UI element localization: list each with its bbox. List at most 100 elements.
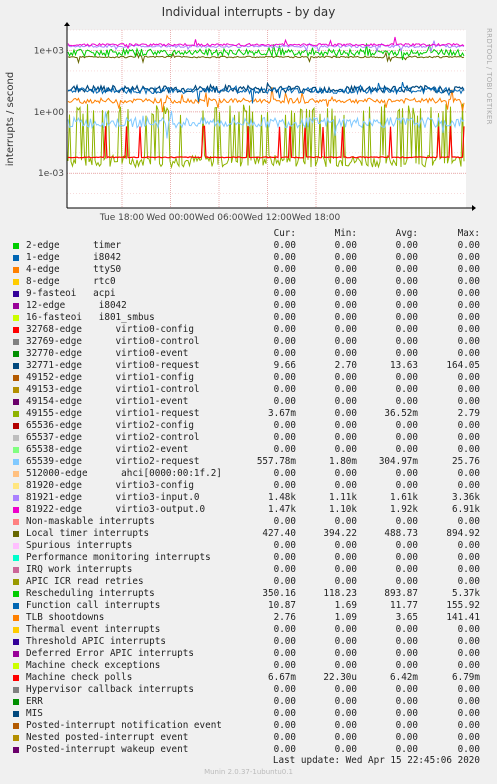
legend-max: 0.00: [457, 372, 480, 383]
legend-avg: 488.73: [384, 528, 418, 539]
legend-min: 0.00: [334, 444, 357, 455]
legend-min: 0.00: [334, 252, 357, 263]
legend-label: 65538-edge virtio2-event: [26, 444, 189, 455]
legend-swatch: [13, 567, 19, 573]
legend-max: 2.79: [457, 408, 480, 419]
chart-canvas: 1e+03 1e+00 1e-03 Tue 18:00 Wed 00:00 Wed 06:…: [5, 22, 476, 223]
legend-swatch: [13, 327, 19, 333]
y-tick-label: 1e+00: [34, 108, 65, 118]
legend-avg: 3.65: [395, 612, 418, 623]
legend-avg: 0.00: [395, 576, 418, 587]
legend-max: 0.00: [457, 684, 480, 695]
legend-min: 0.00: [334, 276, 357, 287]
legend-min: 0.00: [334, 552, 357, 563]
legend-cur: 0.00: [273, 288, 296, 299]
legend-min: 394.22: [323, 528, 357, 539]
legend-cur: 0.00: [273, 732, 296, 743]
legend-row: 81920-edge virtio3-config 0.00 0.00 0.00 0.0…: [0, 480, 497, 492]
legend-swatch: [13, 387, 19, 393]
legend-swatch: [13, 711, 19, 717]
legend-avg: 11.77: [390, 600, 418, 611]
legend-label: ERR: [26, 696, 43, 707]
legend-cur: 1.47k: [268, 504, 296, 515]
legend-max: 0.00: [457, 348, 480, 359]
x-tick-label: Wed 00:00: [146, 213, 195, 223]
legend-max: 894.92: [446, 528, 480, 539]
legend-swatch: [13, 663, 19, 669]
legend-label: MIS: [26, 708, 43, 719]
legend-label: Thermal event interrupts: [26, 624, 161, 635]
legend-label: Performance monitoring interrupts: [26, 552, 211, 563]
legend-min: 0.00: [334, 720, 357, 731]
legend-swatch: [13, 483, 19, 489]
legend-min: 1.10k: [329, 504, 357, 515]
legend-cur: 10.87: [268, 600, 296, 611]
legend-cur: 0.00: [273, 240, 296, 251]
legend-label: Threshold APIC interrupts: [26, 636, 166, 647]
legend-label: 81921-edge virtio3-input.0: [26, 492, 200, 503]
legend-label: 49154-edge virtio1-event: [26, 396, 189, 407]
legend-cur: 9.66: [273, 360, 296, 371]
legend-avg: 0.00: [395, 372, 418, 383]
legend-swatch: [13, 639, 19, 645]
legend-cur: 0.00: [273, 468, 296, 479]
legend-min: 0.00: [334, 408, 357, 419]
legend-row: Nested posted-interrupt event 0.00 0.00 0.0…: [0, 732, 497, 744]
legend-max: 0.00: [457, 624, 480, 635]
legend-swatch: [13, 531, 19, 537]
legend-cur: 0.00: [273, 336, 296, 347]
legend-row: ERR 0.00 0.00 0.00 0.00: [0, 696, 497, 708]
legend-row: Local timer interrupts 427.40 394.22 488.73…: [0, 528, 497, 540]
legend-avg: 0.00: [395, 300, 418, 311]
legend-cur: 0.00: [273, 696, 296, 707]
legend-swatch: [13, 351, 19, 357]
legend-avg: 0.00: [395, 288, 418, 299]
legend-row: 512000-edge ahci[0000:00:1f.2] 0.00 0.00 0.…: [0, 468, 497, 480]
legend-min: 0.00: [334, 636, 357, 647]
legend-max: 3.36k: [452, 492, 480, 503]
legend-cur: 6.67m: [268, 672, 296, 683]
legend-cur: 0.00: [273, 720, 296, 731]
legend-label: Deferred Error APIC interrupts: [26, 648, 194, 659]
legend-row: 81921-edge virtio3-input.0 1.48k 1.11k 1.61…: [0, 492, 497, 504]
legend-min: 1.80m: [329, 456, 357, 467]
y-tick-label: 1e-03: [38, 169, 64, 179]
legend-row: 4-edge ttyS0 0.00 0.00 0.00 0.00: [0, 264, 497, 276]
legend-min: 0.00: [334, 708, 357, 719]
legend-max: 0.00: [457, 252, 480, 263]
legend-max: 0.00: [457, 516, 480, 527]
legend-cur: 0.00: [273, 444, 296, 455]
legend-cur: 0.00: [273, 516, 296, 527]
legend-max: 0.00: [457, 576, 480, 587]
legend-row: 81922-edge virtio3-output.0 1.47k 1.10k 1.9…: [0, 504, 497, 516]
legend-cur: 0.00: [273, 576, 296, 587]
legend-row: 65537-edge virtio2-control 0.00 0.00 0.00 0.…: [0, 432, 497, 444]
legend-cur: 0.00: [273, 300, 296, 311]
legend-swatch: [13, 603, 19, 609]
legend-avg: 1.61k: [390, 492, 418, 503]
legend-avg: 0.00: [395, 732, 418, 743]
legend-label: 32769-edge virtio0-control: [26, 336, 200, 347]
legend-avg: 0.00: [395, 396, 418, 407]
legend-avg: 0.00: [395, 648, 418, 659]
legend-swatch: [13, 495, 19, 501]
legend-cur: 0.00: [273, 660, 296, 671]
legend-max: 0.00: [457, 468, 480, 479]
last-update: Last update: Wed Apr 15 22:45:06 2020: [272, 755, 480, 766]
legend-min: 0.00: [334, 396, 357, 407]
col-max: Max:: [457, 228, 480, 239]
legend-cur: 0.00: [273, 552, 296, 563]
legend-row: 65538-edge virtio2-event 0.00 0.00 0.00 0.00: [0, 444, 497, 456]
x-tick-label: Tue 18:00: [99, 213, 144, 223]
legend-row: 49155-edge virtio1-request 3.67m 0.00 36.52…: [0, 408, 497, 420]
legend-label: Spurious interrupts: [26, 540, 133, 551]
legend-max: 0.00: [457, 552, 480, 563]
legend-swatch: [13, 747, 19, 753]
legend-min: 1.69: [334, 600, 357, 611]
legend-avg: 0.00: [395, 348, 418, 359]
legend-min: 118.23: [323, 588, 357, 599]
legend-avg: 0.00: [395, 624, 418, 635]
legend-avg: 0.00: [395, 564, 418, 575]
legend-swatch: [13, 267, 19, 273]
legend-max: 0.00: [457, 636, 480, 647]
